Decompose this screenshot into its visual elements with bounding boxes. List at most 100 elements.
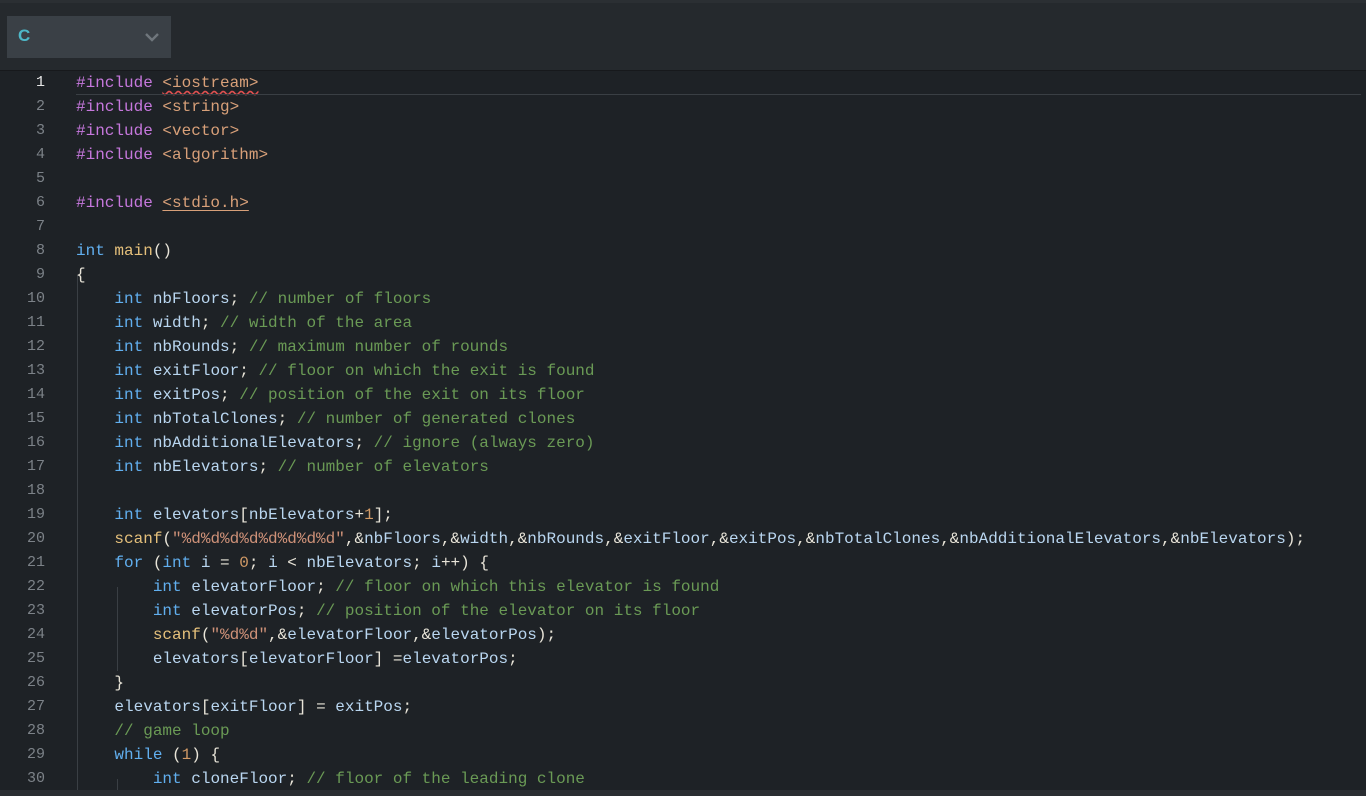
code-text: // game loop bbox=[76, 719, 229, 743]
line-number: 29 bbox=[26, 746, 45, 763]
line-number: 14 bbox=[26, 386, 45, 403]
code-line[interactable]: 9{ bbox=[0, 263, 1366, 287]
comment-token: // width of the area bbox=[220, 314, 413, 332]
chevron-down-icon bbox=[145, 33, 159, 42]
punctuation-token: ; bbox=[229, 338, 249, 356]
identifier-token: nbElevators bbox=[248, 506, 355, 524]
keyword-token: int bbox=[114, 362, 144, 380]
code-line[interactable]: 19 int elevators[nbElevators+1]; bbox=[0, 503, 1366, 527]
code-line[interactable]: 13 int exitFloor; // floor on which the … bbox=[0, 359, 1366, 383]
code-line[interactable]: 25 elevators[elevatorFloor] =elevatorPos… bbox=[0, 647, 1366, 671]
include-path-token: <algorithm> bbox=[162, 146, 269, 164]
identifier-token: elevators bbox=[114, 698, 201, 716]
editor-toolbar: C bbox=[0, 3, 1366, 71]
punctuation-token: () bbox=[152, 242, 173, 260]
code-line[interactable]: 21 for (int i = 0; i < nbElevators; i++)… bbox=[0, 551, 1366, 575]
punctuation-token: ; bbox=[508, 650, 518, 668]
number-token: 1 bbox=[181, 746, 192, 764]
punctuation-token bbox=[143, 434, 153, 452]
code-text: int nbTotalClones; // number of generate… bbox=[76, 407, 575, 431]
identifier-token: nbAdditionalElevators bbox=[959, 530, 1162, 548]
identifier-token: nbAdditionalElevators bbox=[152, 434, 355, 452]
punctuation-token bbox=[191, 554, 201, 572]
punctuation-token: ,& bbox=[709, 530, 729, 548]
keyword-token: int bbox=[114, 458, 144, 476]
identifier-token: cloneFloor bbox=[191, 770, 288, 788]
comment-token: // floor on which the exit is found bbox=[258, 362, 595, 380]
line-number: 1 bbox=[35, 74, 45, 91]
include-path-token: <string> bbox=[162, 98, 240, 116]
punctuation-token bbox=[76, 530, 114, 548]
keyword-token: int bbox=[114, 386, 144, 404]
line-number: 23 bbox=[26, 602, 45, 619]
code-line[interactable]: 27 elevators[exitFloor] = exitPos; bbox=[0, 695, 1366, 719]
punctuation-token bbox=[143, 458, 153, 476]
language-select-value: C bbox=[18, 26, 31, 45]
identifier-token: elevatorFloor bbox=[248, 650, 374, 668]
code-line[interactable]: 12 int nbRounds; // maximum number of ro… bbox=[0, 335, 1366, 359]
line-number: 7 bbox=[35, 218, 45, 235]
code-editor[interactable]: 1 #include <iostream> 2 #include <string> 3 #… bbox=[0, 71, 1366, 790]
code-line[interactable]: 2 #include <string> bbox=[0, 95, 1366, 119]
comment-token: // ignore (always zero) bbox=[373, 434, 595, 452]
code-line[interactable]: 30 int cloneFloor; // floor of the leadi… bbox=[0, 767, 1366, 790]
punctuation-token bbox=[76, 314, 114, 332]
line-number: 16 bbox=[26, 434, 45, 451]
punctuation-token: + bbox=[354, 506, 365, 524]
code-text: #include <vector> bbox=[76, 119, 239, 143]
punctuation-token bbox=[76, 650, 153, 668]
identifier-token: elevatorFloor bbox=[287, 626, 413, 644]
function-token: main bbox=[114, 242, 153, 260]
code-line[interactable]: 28 // game loop bbox=[0, 719, 1366, 743]
code-line[interactable]: 15 int nbTotalClones; // number of gener… bbox=[0, 407, 1366, 431]
line-number: 18 bbox=[26, 482, 45, 499]
code-line[interactable]: 17 int nbElevators; // number of elevato… bbox=[0, 455, 1366, 479]
code-line[interactable]: 7 bbox=[0, 215, 1366, 239]
code-line[interactable]: 4 #include <algorithm> bbox=[0, 143, 1366, 167]
code-line[interactable]: 10 int nbFloors; // number of floors bbox=[0, 287, 1366, 311]
comment-token: // floor of the leading clone bbox=[306, 770, 585, 788]
code-line[interactable]: 16 int nbAdditionalElevators; // ignore … bbox=[0, 431, 1366, 455]
code-text: int main() bbox=[76, 239, 172, 263]
line-number: 4 bbox=[35, 146, 45, 163]
function-token: scanf bbox=[152, 626, 201, 644]
punctuation-token: ); bbox=[536, 626, 557, 644]
code-line[interactable]: 6 #include <stdio.h> bbox=[0, 191, 1366, 215]
preprocessor-token: #include bbox=[76, 122, 153, 140]
code-line[interactable]: 23 int elevatorPos; // position of the e… bbox=[0, 599, 1366, 623]
line-number: 11 bbox=[26, 314, 45, 331]
code-line[interactable]: 18 bbox=[0, 479, 1366, 503]
code-text: scanf("%d%d",&elevatorFloor,&elevatorPos… bbox=[76, 623, 556, 647]
keyword-token: int bbox=[152, 770, 182, 788]
code-line[interactable]: 5 bbox=[0, 167, 1366, 191]
punctuation-token: ,& bbox=[412, 626, 432, 644]
line-number: 21 bbox=[26, 554, 45, 571]
code-line[interactable]: 20 scanf("%d%d%d%d%d%d%d%d",&nbFloors,&w… bbox=[0, 527, 1366, 551]
punctuation-token bbox=[76, 698, 114, 716]
code-line[interactable]: 29 while (1) { bbox=[0, 743, 1366, 767]
code-line[interactable]: 11 int width; // width of the area bbox=[0, 311, 1366, 335]
punctuation-token bbox=[143, 410, 153, 428]
code-line[interactable]: 8 int main() bbox=[0, 239, 1366, 263]
code-line[interactable]: 14 int exitPos; // position of the exit … bbox=[0, 383, 1366, 407]
punctuation-token: ( bbox=[200, 626, 211, 644]
code-line[interactable]: 24 scanf("%d%d",&elevatorFloor,&elevator… bbox=[0, 623, 1366, 647]
code-line[interactable]: 22 int elevatorFloor; // floor on which … bbox=[0, 575, 1366, 599]
code-line[interactable]: 3 #include <vector> bbox=[0, 119, 1366, 143]
punctuation-token: ; bbox=[229, 290, 249, 308]
preprocessor-token: #include bbox=[76, 98, 153, 116]
punctuation-token bbox=[143, 290, 153, 308]
identifier-token: width bbox=[460, 530, 509, 548]
language-select[interactable]: C bbox=[7, 16, 171, 58]
punctuation-token: ]; bbox=[373, 506, 393, 524]
number-token: 1 bbox=[364, 506, 374, 524]
punctuation-token: ; bbox=[287, 770, 307, 788]
code-line[interactable]: 26 } bbox=[0, 671, 1366, 695]
punctuation-token bbox=[76, 770, 153, 788]
identifier-token: elevators bbox=[152, 506, 240, 524]
horizontal-scrollbar[interactable] bbox=[0, 790, 1366, 796]
punctuation-token: ; bbox=[220, 386, 240, 404]
punctuation-token bbox=[153, 98, 163, 116]
include-path-token: <vector> bbox=[162, 122, 240, 140]
code-line[interactable]: 1 #include <iostream> bbox=[0, 71, 1366, 95]
